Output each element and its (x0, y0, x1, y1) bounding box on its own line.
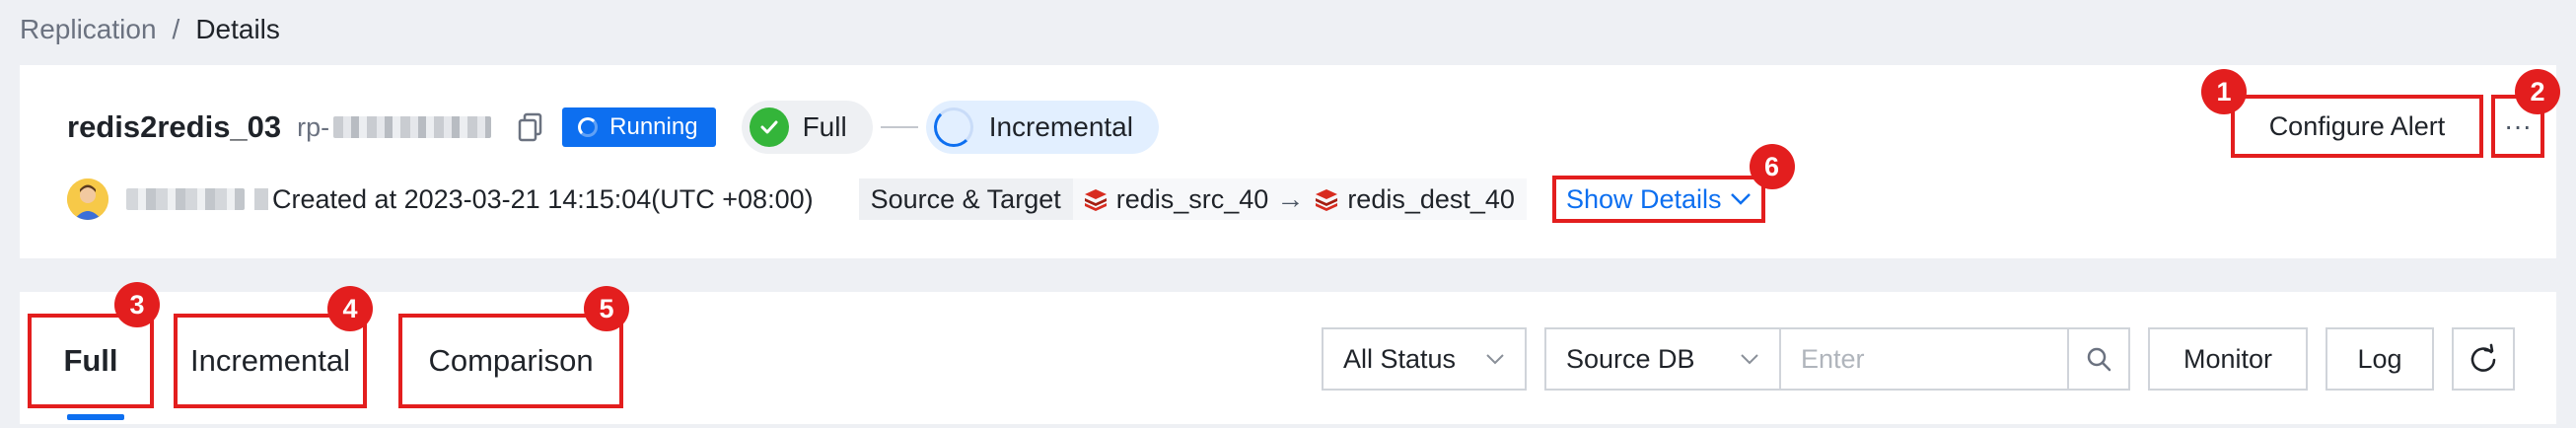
stage-incremental: Incremental (925, 101, 1159, 154)
chevron-down-icon (1730, 193, 1751, 205)
search-icon (2087, 347, 2111, 372)
log-label: Log (2357, 343, 2402, 374)
task-header-card: redis2redis_03 rp- Running Full Incremen… (20, 65, 2560, 258)
more-icon: ··· (2504, 110, 2532, 141)
breadcrumb-current: Details (195, 14, 280, 44)
monitor-label: Monitor (2182, 343, 2273, 374)
tab-full[interactable]: Full (28, 314, 154, 408)
chevron-down-icon (1741, 354, 1758, 365)
stage-full: Full (741, 101, 873, 154)
task-id-redacted (333, 116, 492, 138)
redis-icon (1316, 189, 1338, 211)
search-button[interactable] (2069, 327, 2130, 391)
user-name-redacted (126, 188, 245, 210)
search-placeholder: Enter (1801, 343, 1865, 374)
tab-full-label: Full (63, 343, 118, 378)
loading-icon (933, 107, 973, 147)
breadcrumb: Replication / Details (20, 10, 280, 49)
search-input[interactable]: Enter (1781, 327, 2069, 391)
tab-comparison-label: Comparison (428, 343, 594, 378)
stage-full-label: Full (802, 111, 847, 142)
target-name: redis_dest_40 (1347, 183, 1515, 214)
log-button[interactable]: Log (2326, 327, 2434, 391)
source-name: redis_src_40 (1115, 183, 1269, 214)
redis-icon (1084, 189, 1107, 211)
db-filter-select[interactable]: Source DB (1544, 327, 1781, 391)
stage-incremental-label: Incremental (988, 111, 1133, 142)
refresh-icon (2470, 343, 2496, 372)
user-name-redacted-tail (254, 188, 268, 210)
db-filter-value: Source DB (1566, 343, 1695, 374)
show-details-label: Show Details (1565, 183, 1722, 214)
loading-icon (578, 117, 599, 137)
task-title-row: redis2redis_03 rp- Running Full Incremen… (67, 101, 1159, 154)
annotation-badge-1: 1 (2201, 69, 2247, 114)
annotation-badge-6: 6 (1749, 144, 1795, 189)
active-tab-indicator (67, 414, 124, 420)
source-target-label: Source & Target (858, 178, 1073, 220)
annotation-badge-3: 3 (114, 282, 160, 327)
show-details-button[interactable]: Show Details 6 (1551, 144, 1795, 223)
configure-alert-button[interactable]: Configure Alert (2231, 95, 2483, 158)
status-filter-value: All Status (1343, 343, 1457, 374)
tabs-card: Full 3 Incremental 4 Comparison 5 All St… (20, 282, 2556, 424)
task-meta-row: Created at 2023-03-21 14:15:04(UTC +08:0… (67, 144, 1795, 223)
chevron-down-icon (1486, 354, 1504, 365)
source-target-endpoints: redis_src_40 → redis_dest_40 (1072, 178, 1527, 220)
tab-incremental-label: Incremental (190, 343, 350, 378)
annotation-badge-2: 2 (2515, 69, 2560, 114)
annotation-badge-5: 5 (584, 286, 629, 331)
avatar (67, 178, 108, 220)
tab-comparison[interactable]: Comparison (398, 314, 623, 408)
breadcrumb-separator: / (172, 14, 180, 44)
stage-connector (880, 126, 918, 128)
status-badge: Running (562, 107, 716, 147)
status-label: Running (609, 113, 698, 140)
status-filter-select[interactable]: All Status (1322, 327, 1527, 391)
breadcrumb-replication-link[interactable]: Replication (20, 14, 157, 45)
task-id: rp- (297, 111, 492, 143)
source-endpoint: redis_src_40 (1083, 183, 1269, 215)
task-id-prefix: rp- (297, 111, 330, 142)
refresh-button[interactable] (2452, 327, 2515, 391)
arrow-right-icon: → (1276, 183, 1305, 214)
task-toolbar: All Status Source DB Enter Monitor Log (1322, 327, 2515, 391)
copy-icon[interactable] (517, 112, 544, 142)
annotation-badge-4: 4 (327, 286, 373, 331)
task-name: redis2redis_03 (67, 109, 282, 144)
configure-alert-label: Configure Alert (2268, 110, 2446, 141)
target-endpoint: redis_dest_40 (1314, 184, 1515, 215)
created-time: Created at 2023-03-21 14:15:04(UTC +08:0… (272, 183, 814, 214)
monitor-button[interactable]: Monitor (2148, 327, 2308, 391)
check-icon (749, 107, 789, 147)
